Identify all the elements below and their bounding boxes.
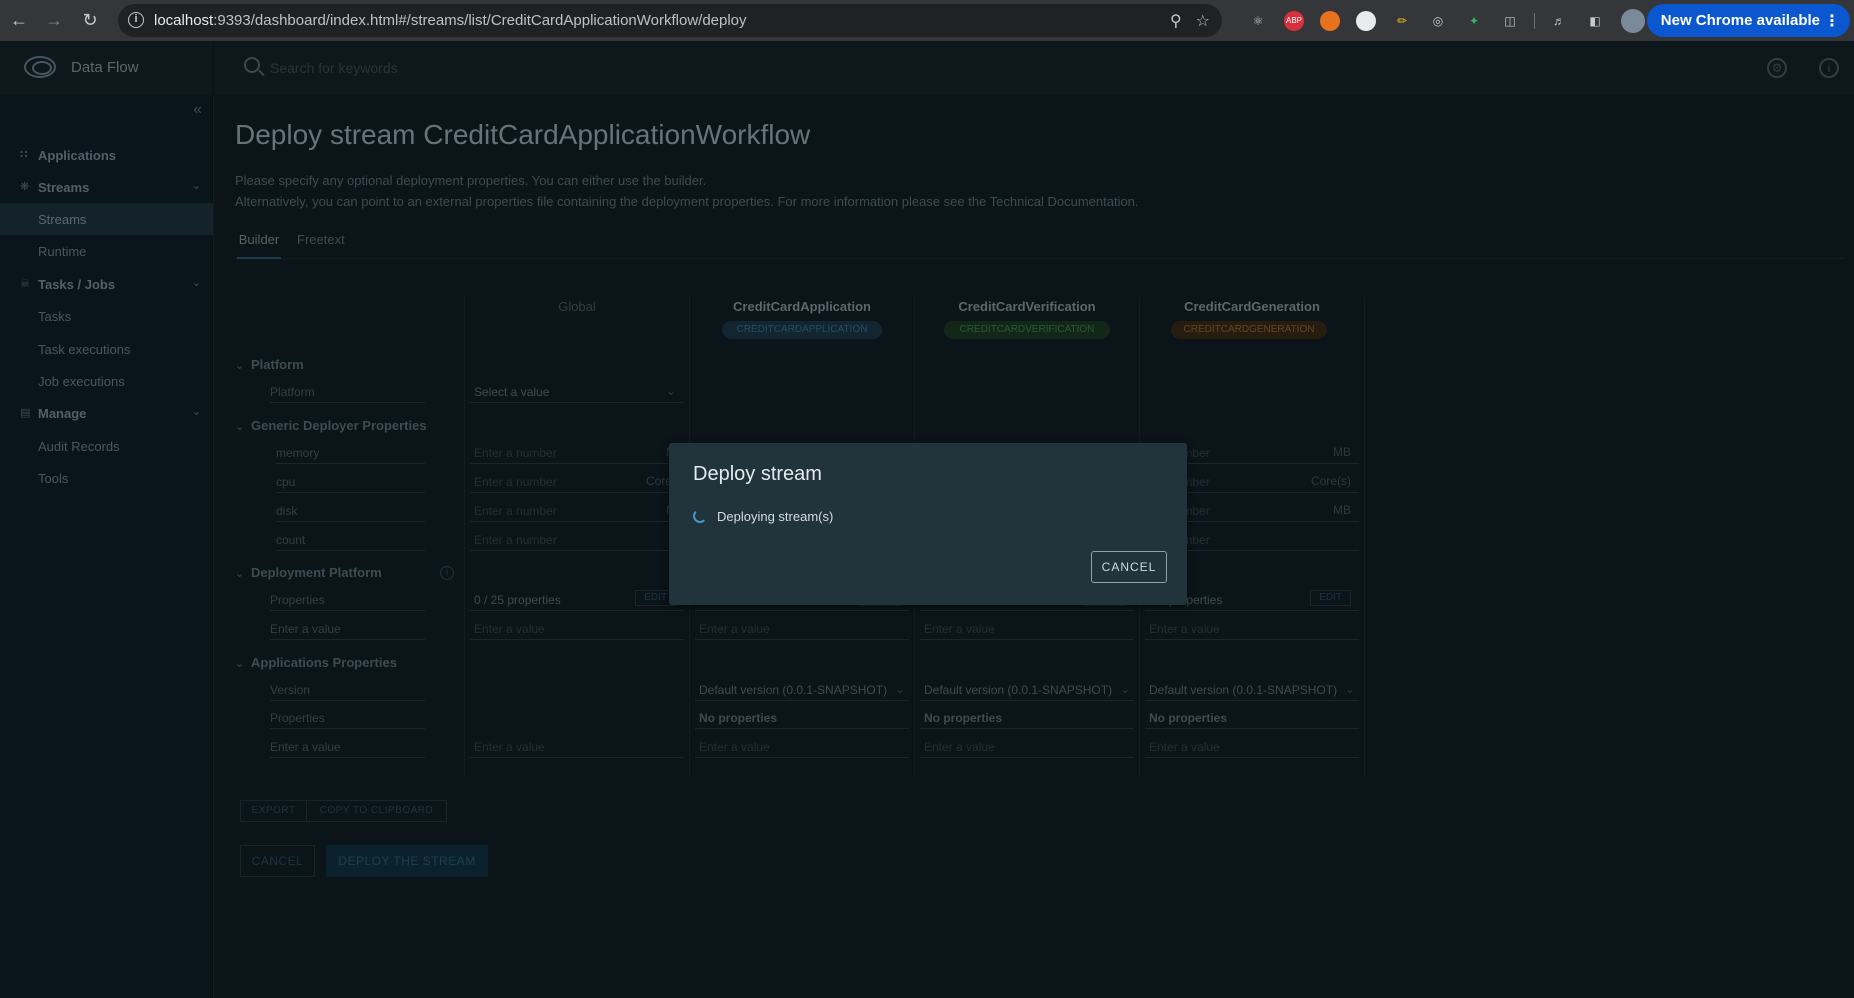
reload-icon[interactable]: ↻ bbox=[73, 3, 107, 37]
orange-extension-icon[interactable] bbox=[1320, 10, 1340, 31]
separator bbox=[1534, 12, 1535, 29]
target-extension-icon[interactable]: ◎ bbox=[1428, 11, 1448, 31]
modal-message: Deploying stream(s) bbox=[717, 509, 834, 524]
site-info-icon[interactable]: i bbox=[128, 12, 144, 28]
extensions-area: ⚛ ABP ✏ ◎ ✦ ◫ ♬ ◧ bbox=[1240, 0, 1653, 41]
loading-spinner-icon bbox=[693, 509, 707, 523]
url-path: :9393/dashboard/index.html#/streams/list… bbox=[213, 12, 747, 29]
adblock-icon[interactable]: ABP bbox=[1284, 10, 1304, 31]
white-circle-extension-icon[interactable] bbox=[1356, 10, 1376, 31]
modal-title: Deploy stream bbox=[693, 463, 822, 485]
highlighter-extension-icon[interactable]: ✏ bbox=[1392, 11, 1412, 31]
new-chrome-label: New Chrome available bbox=[1660, 12, 1820, 29]
bookmark-star-icon[interactable]: ☆ bbox=[1196, 11, 1210, 31]
modal-cancel-button[interactable]: CANCEL bbox=[1091, 551, 1167, 583]
profile-avatar[interactable] bbox=[1621, 8, 1645, 33]
new-chrome-available-button[interactable]: New Chrome available ⋮ bbox=[1646, 4, 1850, 37]
forward-icon[interactable]: → bbox=[37, 3, 71, 37]
url-host: localhost bbox=[154, 12, 214, 29]
zoom-icon[interactable]: ⚲ bbox=[1170, 11, 1182, 31]
browser-toolbar: ← → ↻ i localhost:9393/dashboard/index.h… bbox=[0, 0, 1854, 41]
deploy-stream-modal: Deploy stream Deploying stream(s) CANCEL bbox=[669, 443, 1187, 605]
address-bar[interactable]: i localhost:9393/dashboard/index.html#/s… bbox=[118, 4, 1222, 37]
puzzle-extensions-icon[interactable]: ◫ bbox=[1500, 11, 1520, 31]
green-extension-icon[interactable]: ✦ bbox=[1464, 11, 1484, 31]
back-icon[interactable]: ← bbox=[2, 3, 36, 37]
more-menu-icon[interactable]: ⋮ bbox=[1824, 11, 1840, 31]
side-panel-icon[interactable]: ◧ bbox=[1585, 11, 1605, 31]
react-devtools-icon[interactable]: ⚛ bbox=[1248, 11, 1268, 31]
media-control-icon[interactable]: ♬ bbox=[1549, 11, 1569, 31]
